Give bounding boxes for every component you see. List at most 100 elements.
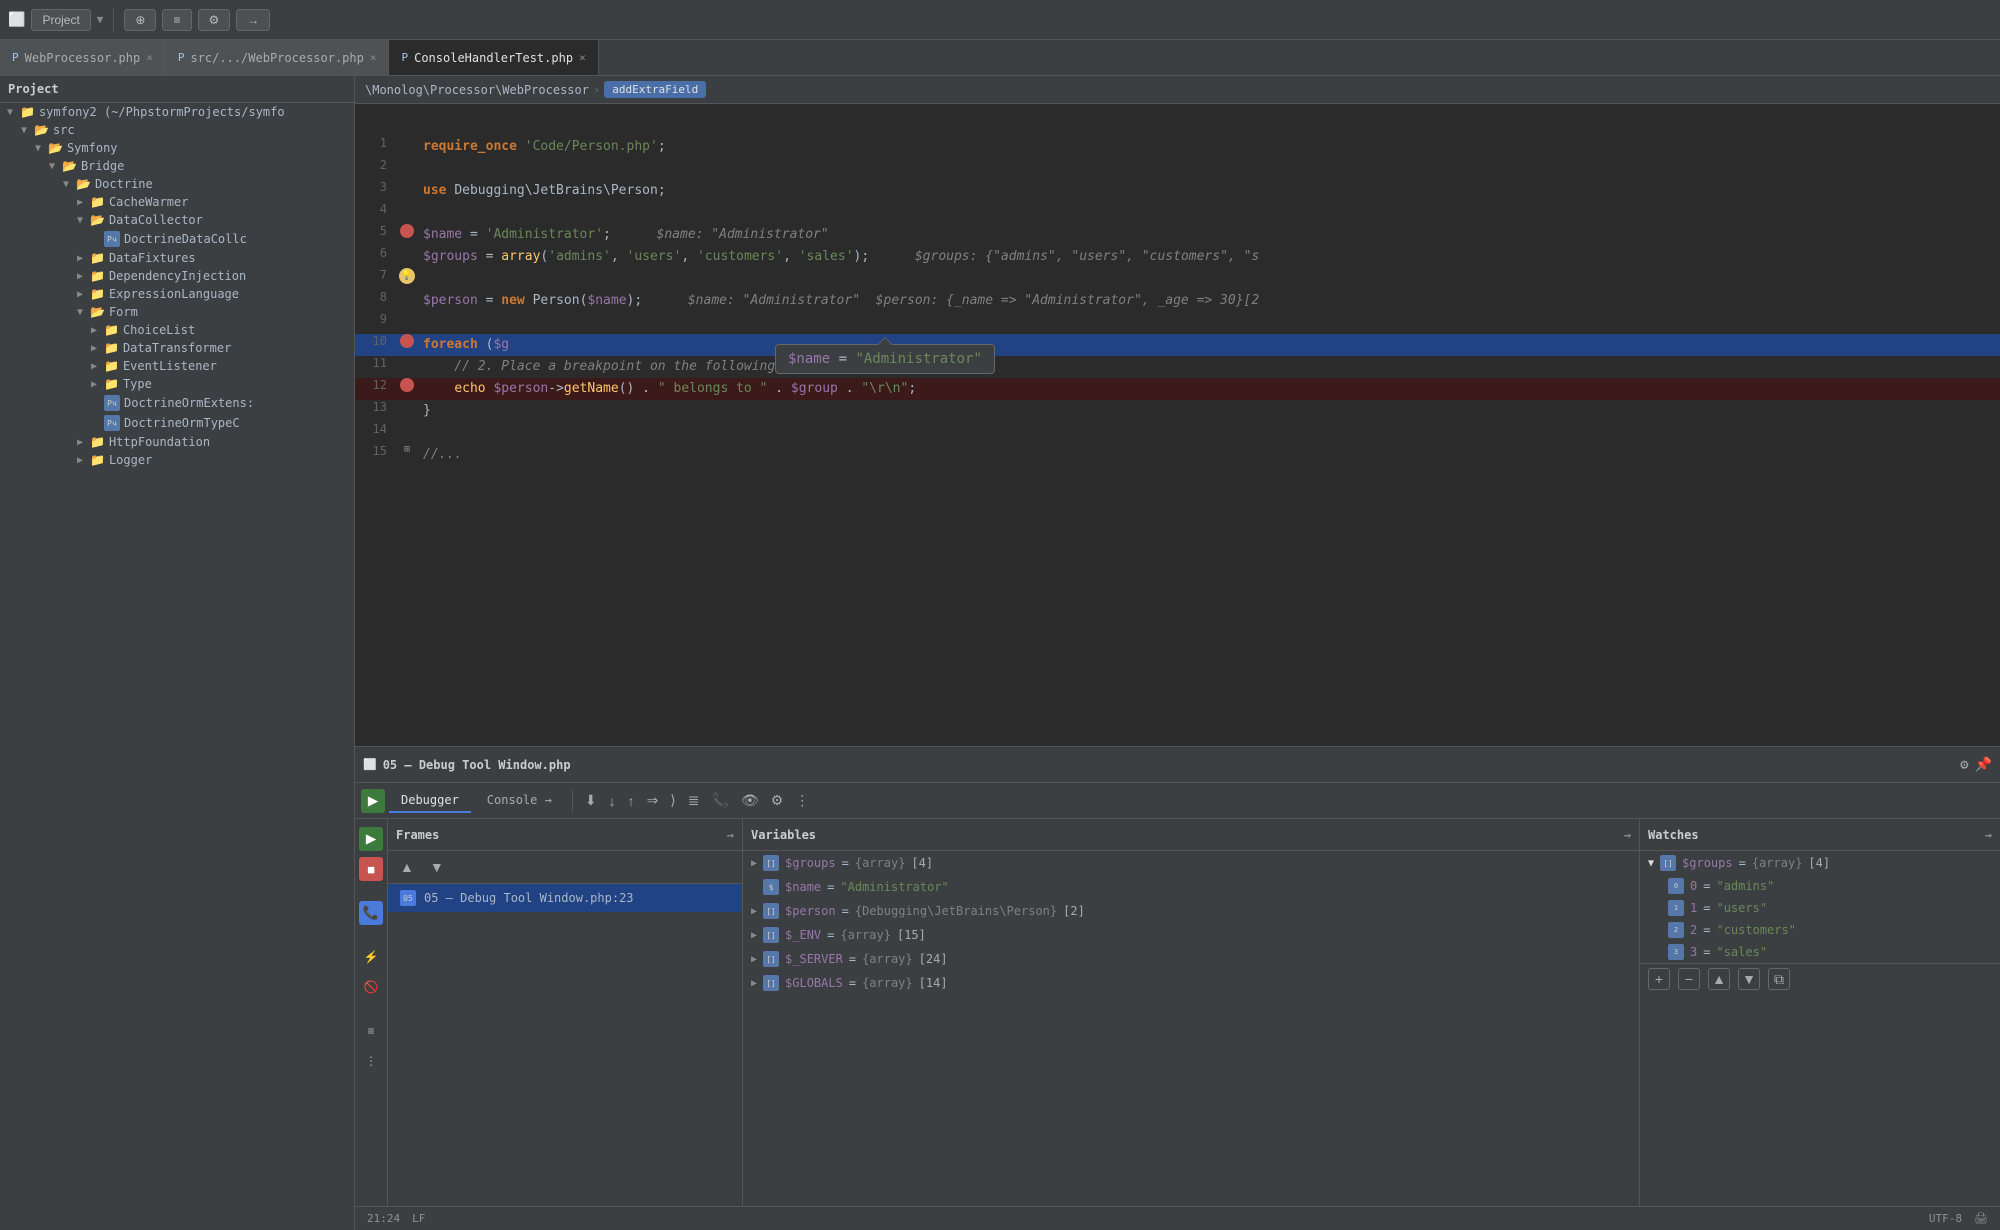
expand-arrow[interactable]: ▶ xyxy=(88,325,100,336)
pin-icon[interactable]: 📌 xyxy=(1975,757,1992,773)
expand-arrow[interactable]: ▼ xyxy=(4,107,16,118)
phone-btn2[interactable]: 📞 xyxy=(359,901,383,925)
expand-arrow[interactable]: ▶ xyxy=(74,271,86,282)
tab-src-webprocessor[interactable]: P src/.../WebProcessor.php × xyxy=(166,40,390,75)
project-button[interactable]: Project xyxy=(31,9,90,31)
line-marker-breakpoint3[interactable] xyxy=(395,378,419,392)
frame-down-btn[interactable]: ▼ xyxy=(426,855,448,879)
expand-arrow[interactable]: ▼ xyxy=(32,143,44,154)
misc-btn2[interactable]: 🚫 xyxy=(359,975,383,999)
expand-arrow[interactable]: ▼ xyxy=(46,161,58,172)
debug-tab-debugger[interactable]: Debugger xyxy=(389,789,471,813)
expand-arrow[interactable]: ▼ xyxy=(60,179,72,190)
line-marker-fold[interactable]: ⊞ xyxy=(395,444,419,455)
watch-up-btn[interactable]: ▲ xyxy=(1708,968,1730,990)
frame-up-btn[interactable]: ▲ xyxy=(396,855,418,879)
var-item-server[interactable]: ▶ [] $_SERVER = {array} [24] xyxy=(743,947,1639,971)
resume-button[interactable]: ▶ xyxy=(361,789,385,813)
var-item-person[interactable]: ▶ [] $person = {Debugging\JetBrains\Pers… xyxy=(743,899,1639,923)
watch-root-groups[interactable]: ▼ [] $groups = {array} [4] xyxy=(1640,851,2000,875)
step-into-btn[interactable]: ↓ xyxy=(605,789,620,813)
run-to-cursor-btn[interactable]: ⇒ xyxy=(643,788,663,813)
structure-btn[interactable]: ≡ xyxy=(162,9,191,31)
line-marker-breakpoint2[interactable] xyxy=(395,334,419,348)
tab-close-btn2[interactable]: × xyxy=(370,51,377,64)
variables-expand-arrow[interactable]: → xyxy=(1624,828,1631,842)
expand-arrow[interactable]: ▶ xyxy=(88,361,100,372)
tree-item-doctrineormextens[interactable]: ▶ Pч DoctrineOrmExtens: xyxy=(0,393,354,413)
watch-item-0[interactable]: 0 0 = "admins" xyxy=(1640,875,2000,897)
tab-close-btn[interactable]: × xyxy=(146,51,153,64)
gear-icon[interactable]: ⚙ xyxy=(1960,757,1968,773)
misc-btn4[interactable]: ⋮ xyxy=(359,1049,383,1073)
expand-arrow[interactable]: ▶ xyxy=(751,858,757,869)
step-over-btn[interactable]: ⬇ xyxy=(581,788,601,813)
expand-arrow[interactable]: ▼ xyxy=(74,307,86,318)
tree-item-doctrinedatacoll[interactable]: ▶ Pч DoctrineDataCollc xyxy=(0,229,354,249)
step-out-btn[interactable]: ↑ xyxy=(624,789,639,813)
watch-copy-btn[interactable]: ⧉ xyxy=(1768,968,1790,990)
tree-item-symfony[interactable]: ▼ 📂 Symfony xyxy=(0,139,354,157)
tree-item-src[interactable]: ▼ 📂 src xyxy=(0,121,354,139)
watch-item-3[interactable]: 3 3 = "sales" xyxy=(1640,941,2000,963)
watch-down-btn[interactable]: ▼ xyxy=(1738,968,1760,990)
watches-expand-arrow[interactable]: → xyxy=(1985,828,1992,842)
evaluate-btn[interactable]: ⟩ xyxy=(666,788,679,813)
var-item-groups[interactable]: ▶ [] $groups = {array} [4] xyxy=(743,851,1639,875)
resume-btn2[interactable]: ▶ xyxy=(359,827,383,851)
tree-item-logger[interactable]: ▶ 📁 Logger xyxy=(0,451,354,469)
tree-item-datafixtures[interactable]: ▶ 📁 DataFixtures xyxy=(0,249,354,267)
watch-btn[interactable]: 👁 xyxy=(737,788,763,813)
expand-arrow[interactable]: ▶ xyxy=(74,253,86,264)
tree-item-doctrine[interactable]: ▼ 📂 Doctrine xyxy=(0,175,354,193)
tree-item-eventlistener[interactable]: ▶ 📁 EventListener xyxy=(0,357,354,375)
tree-item-datatransformer[interactable]: ▶ 📁 DataTransformer xyxy=(0,339,354,357)
tree-item-type[interactable]: ▶ 📁 Type xyxy=(0,375,354,393)
tree-item-bridge[interactable]: ▼ 📂 Bridge xyxy=(0,157,354,175)
expand-arrow[interactable]: ▶ xyxy=(88,379,100,390)
expand-arrow6[interactable]: ▶ xyxy=(751,978,757,989)
tree-item-httpfoundation[interactable]: ▶ 📁 HttpFoundation xyxy=(0,433,354,451)
expand-arrow[interactable]: ▶ xyxy=(74,289,86,300)
expand-arrow[interactable]: ▶ xyxy=(74,437,86,448)
phone-btn[interactable]: 📞 xyxy=(708,788,733,813)
tab-consolehandler[interactable]: P ConsoleHandlerTest.php × xyxy=(389,40,598,75)
expand-arrow[interactable]: ▼ xyxy=(18,125,30,136)
tree-item-form[interactable]: ▼ 📂 Form xyxy=(0,303,354,321)
tab-webprocessor[interactable]: P WebProcessor.php × xyxy=(0,40,166,75)
navigate-btn[interactable]: ⊕ xyxy=(124,9,156,31)
run-btn[interactable]: → xyxy=(236,9,270,31)
watch-remove-btn[interactable]: − xyxy=(1678,968,1700,990)
settings-btn2[interactable]: ⚙ xyxy=(767,788,788,813)
tree-item-choicelist[interactable]: ▶ 📁 ChoiceList xyxy=(0,321,354,339)
line-marker-breakpoint[interactable] xyxy=(395,224,419,238)
tree-item-cachewarmer[interactable]: ▶ 📁 CacheWarmer xyxy=(0,193,354,211)
var-item-name[interactable]: ▶ $ $name = "Administrator" xyxy=(743,875,1639,899)
watch-expand-arrow[interactable]: ▼ xyxy=(1648,858,1654,869)
tree-item-datacollector[interactable]: ▼ 📂 DataCollector xyxy=(0,211,354,229)
misc-btn3[interactable]: ≡ xyxy=(359,1019,383,1043)
settings-btn[interactable]: ⚙ xyxy=(198,9,231,31)
tree-item-exprlang[interactable]: ▶ 📁 ExpressionLanguage xyxy=(0,285,354,303)
expand-arrow4[interactable]: ▶ xyxy=(751,930,757,941)
tab-close-btn3[interactable]: × xyxy=(579,51,586,64)
var-item-globals[interactable]: ▶ [] $GLOBALS = {array} [14] xyxy=(743,971,1639,995)
watch-add-btn[interactable]: + xyxy=(1648,968,1670,990)
tree-item-doctrineormtypec[interactable]: ▶ Pч DoctrineOrmTypeC xyxy=(0,413,354,433)
debug-tab-console[interactable]: Console → xyxy=(475,789,564,813)
stop-btn[interactable]: ■ xyxy=(359,857,383,881)
expand-arrow[interactable]: ▼ xyxy=(74,215,86,226)
frame-item-0[interactable]: 05 05 – Debug Tool Window.php:23 xyxy=(388,884,742,912)
tree-item-symfony2[interactable]: ▼ 📁 symfony2 (~/PhpstormProjects/symfo xyxy=(0,103,354,121)
watch-item-1[interactable]: 1 1 = "users" xyxy=(1640,897,2000,919)
frames-btn[interactable]: ≣ xyxy=(684,788,704,813)
tree-item-depinjection[interactable]: ▶ 📁 DependencyInjection xyxy=(0,267,354,285)
hint-bulb-icon[interactable]: 💡 xyxy=(399,268,415,284)
project-dropdown-arrow[interactable]: ▼ xyxy=(97,13,104,26)
watch-item-2[interactable]: 2 2 = "customers" xyxy=(1640,919,2000,941)
more-btn[interactable]: ⋮ xyxy=(791,788,813,813)
frames-expand-arrow[interactable]: → xyxy=(727,828,734,842)
misc-btn1[interactable]: ⚡ xyxy=(359,945,383,969)
code-editor[interactable]: 1 require_once 'Code/Person.php'; 2 3 us… xyxy=(355,104,2000,746)
expand-arrow5[interactable]: ▶ xyxy=(751,954,757,965)
